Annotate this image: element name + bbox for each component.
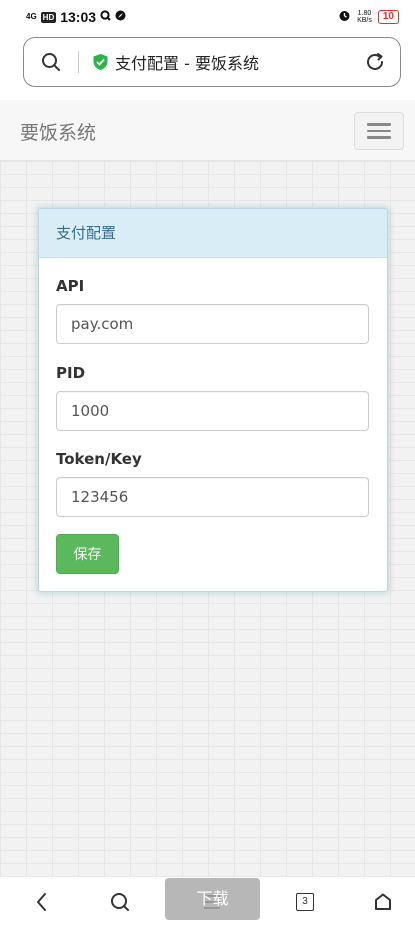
secure-shield-icon: [91, 53, 109, 71]
browser-toolbar: 支付配置 - 要饭系统: [0, 34, 415, 100]
api-field-group: API: [56, 277, 369, 344]
panel-heading: 支付配置: [39, 209, 387, 258]
save-button[interactable]: 保存: [56, 534, 119, 574]
hamburger-bar: [367, 129, 391, 133]
hamburger-bar: [367, 123, 391, 126]
network-indicator: 4G: [26, 12, 37, 21]
api-input[interactable]: [56, 304, 369, 344]
token-field-group: Token/Key: [56, 450, 369, 517]
status-bar: 4G HD 13:03 1.80 KB/s 10: [0, 0, 415, 34]
api-label: API: [56, 277, 85, 295]
hd-badge: HD: [40, 11, 57, 23]
token-input[interactable]: [56, 477, 369, 517]
download-toast[interactable]: 下载: [165, 878, 260, 920]
reload-icon[interactable]: [350, 51, 400, 73]
hamburger-bar: [367, 136, 391, 139]
status-time: 13:03: [60, 9, 97, 25]
payment-config-panel: 支付配置 API PID Token/Key 保存: [38, 208, 388, 592]
token-label: Token/Key: [56, 450, 142, 468]
search-nav-icon[interactable]: [107, 889, 133, 915]
address-bar[interactable]: 支付配置 - 要饭系统: [23, 37, 401, 87]
pid-field-group: PID: [56, 364, 369, 431]
compass-status-icon: [115, 10, 126, 24]
home-icon[interactable]: [370, 889, 396, 915]
menu-toggle-button[interactable]: [354, 112, 404, 150]
pid-label: PID: [56, 364, 86, 382]
site-brand[interactable]: 要饭系统: [20, 118, 96, 145]
search-icon[interactable]: [24, 52, 78, 72]
search-status-icon: [100, 10, 111, 24]
network-speed: 1.80 KB/s: [357, 10, 372, 24]
tab-count-icon: 3: [296, 893, 314, 911]
battery-indicator: 10: [377, 10, 399, 24]
site-navbar: 要饭系统: [0, 100, 415, 161]
page-content: 支付配置 API PID Token/Key 保存: [0, 161, 415, 876]
back-icon[interactable]: [29, 889, 55, 915]
alarm-icon: [338, 9, 351, 25]
page-title[interactable]: 支付配置 - 要饭系统: [115, 50, 350, 74]
address-divider: [78, 51, 79, 73]
tabs-button[interactable]: 3: [292, 889, 318, 915]
pid-input[interactable]: [56, 391, 369, 431]
